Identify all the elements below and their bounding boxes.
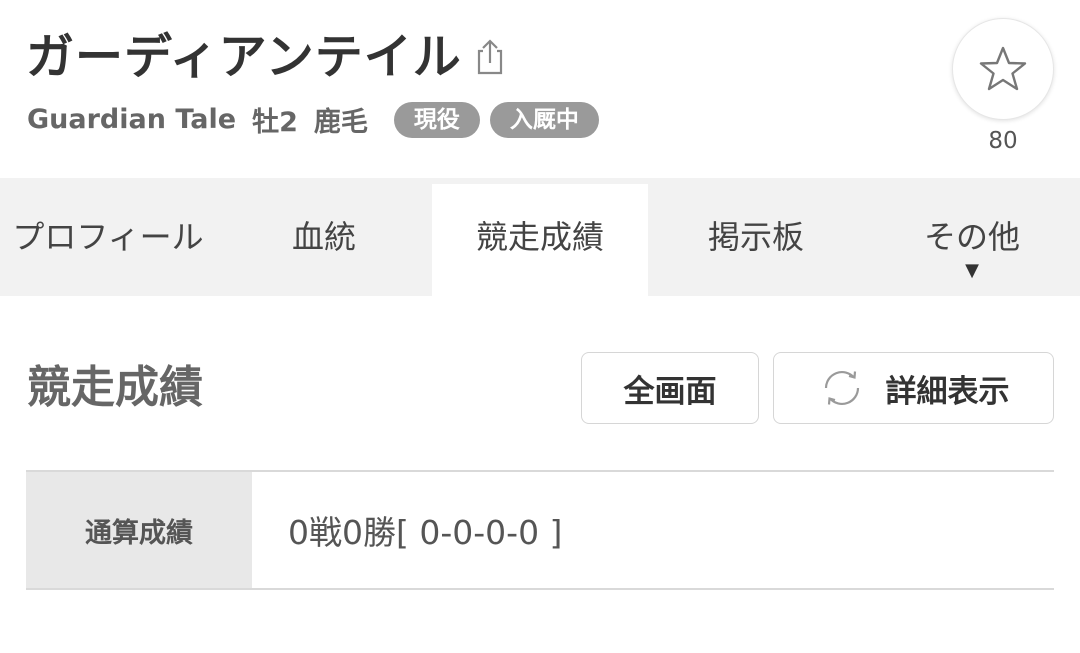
total-record-label: 通算成績 [26, 472, 252, 588]
tab-race-record[interactable]: 競走成績 [432, 184, 648, 296]
status-badge-stabled: 入厩中 [489, 101, 599, 138]
tab-profile[interactable]: プロフィール [0, 184, 216, 296]
favorite-count: 80 [988, 128, 1018, 154]
tab-other[interactable]: その他 ▼ [864, 184, 1080, 296]
tab-label: プロフィール [12, 218, 204, 256]
star-icon [979, 46, 1027, 91]
race-record-section: 競走成績 全画面 詳細表示 [0, 296, 1080, 466]
fullscreen-label: 全画面 [623, 373, 717, 410]
total-record-value: 0戦0勝[ 0-0-0-0 ] [288, 513, 563, 552]
total-record-table: 通算成績 0戦0勝[ 0-0-0-0 ] [26, 470, 1054, 590]
refresh-icon [818, 364, 866, 412]
tab-label: 血統 [291, 218, 356, 256]
horse-name-row: ガーディアンテイル [26, 24, 508, 90]
section-title: 競走成績 [27, 362, 203, 413]
tab-label: その他 [923, 218, 1020, 256]
tab-bar: プロフィール 血統 競走成績 掲示板 その他 ▼ [0, 178, 1080, 296]
tab-label: 掲示板 [707, 218, 804, 256]
favorite-button[interactable] [952, 18, 1054, 120]
tab-pedigree[interactable]: 血統 [216, 184, 432, 296]
english-name: Guardian Tale [27, 104, 237, 135]
favorite-area: 80 [952, 18, 1054, 154]
coat-color: 鹿毛 [313, 107, 368, 138]
share-icon[interactable] [472, 37, 508, 77]
horse-info-row: Guardian Tale 牡2 鹿毛 現役 入厩中 [27, 100, 599, 139]
horse-name: ガーディアンテイル [26, 29, 462, 85]
detail-view-label: 詳細表示 [885, 373, 1010, 410]
chevron-down-icon: ▼ [965, 260, 979, 281]
sex-age: 牡2 [252, 107, 298, 138]
detail-view-button[interactable]: 詳細表示 [773, 352, 1054, 424]
fullscreen-button[interactable]: 全画面 [581, 352, 759, 424]
tab-board[interactable]: 掲示板 [648, 184, 864, 296]
horse-header: ガーディアンテイル Guardian Tale 牡2 鹿毛 現役 入厩中 80 [0, 0, 1080, 178]
status-badge-active: 現役 [393, 101, 480, 138]
tab-label: 競走成績 [475, 218, 604, 256]
